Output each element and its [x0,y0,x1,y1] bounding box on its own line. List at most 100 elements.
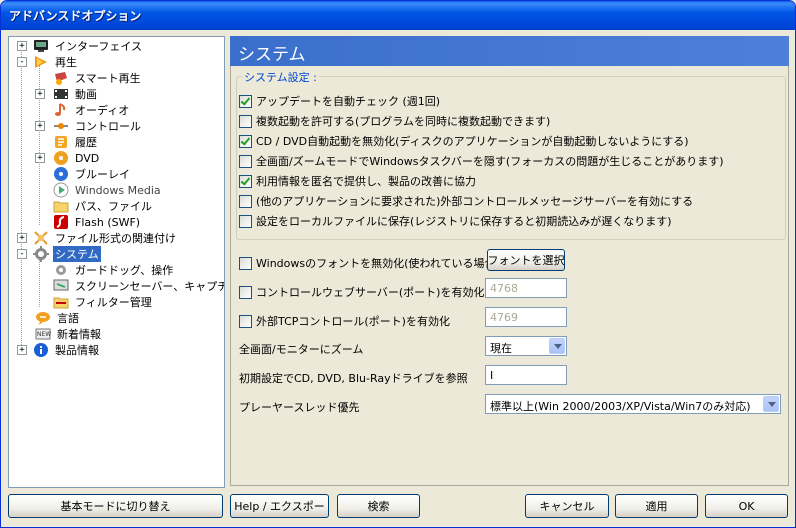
bluray-icon [53,166,69,182]
checkbox-save-local[interactable]: 設定をローカルファイルに保存(レジストリに保存すると初期読込みが遅くなります) [239,213,672,229]
panel-header: システム [230,36,789,66]
tree-item-history[interactable]: 履歴 [53,134,99,150]
expand-icon[interactable]: + [17,233,27,243]
collapse-icon[interactable]: - [17,249,27,259]
checkbox-disable-windows-font[interactable]: Windowsのフォントを無効化(使われている場合の [239,255,507,271]
history-icon [53,134,69,150]
tree-item-product-info[interactable]: + 製品情報 [17,342,101,358]
collapse-icon[interactable]: - [17,57,27,67]
cancel-button[interactable]: キャンセル [525,494,609,518]
checkbox-auto-update[interactable]: アップデートを自動チェック (週1回) [239,93,440,109]
checkbox[interactable] [239,314,252,328]
checkbox-tcp-control[interactable]: 外部TCPコントロール(ポート)を有効化 [239,313,450,329]
tree-item-bluray[interactable]: ブルーレイ [53,166,132,182]
thread-priority-label: プレーヤースレッド優先 [239,401,360,414]
info-icon [33,342,49,358]
title-bar[interactable]: アドバンスドオプション [1,1,795,30]
expand-icon[interactable]: + [35,89,45,99]
checkbox[interactable] [239,154,252,168]
tree-item-label: フィルター管理 [75,296,152,309]
checkbox-usage-stats[interactable]: 利用情報を匿名で提供し、製品の改善に協力 [239,173,476,189]
tree-item-language[interactable]: 言語 [35,310,81,326]
tree-item-label: システム [53,246,101,262]
checkbox[interactable] [239,256,252,270]
tree-item-label: ファイル形式の関連付け [55,232,176,245]
select-font-button[interactable]: フォントを選択 [487,249,565,271]
tree-item-screensaver[interactable]: スクリーンセーバー、キャプチャ [53,278,224,294]
checkbox-label: 外部TCPコントロール(ポート)を有効化 [256,315,450,328]
tree-item-label: オーディオ [75,104,130,117]
tree-item-flash[interactable]: Flash (SWF) [53,214,142,230]
expand-icon[interactable]: + [17,345,27,355]
tree-item-label: Windows Media [75,183,161,197]
zoom-value: 現在 [490,342,512,355]
tree-item-label: スマート再生 [75,72,141,85]
checkbox[interactable] [239,114,252,128]
expand-icon[interactable]: + [17,41,27,51]
checkbox-label: 全画面/ズームモードでWindowsタスクバーを隠す(フォーカスの問題が生じるこ… [256,155,724,168]
checkbox[interactable] [239,214,252,228]
thread-priority-select[interactable]: 標準以上(Win 2000/2003/XP/Vista/Win7のみ対応) [485,394,781,414]
expand-icon[interactable]: + [35,121,45,131]
web-server-port-field[interactable]: 4768 [485,278,567,298]
tree-item-smart-play[interactable]: スマート再生 [53,70,143,86]
tree-item-interface[interactable]: + インターフェイス [17,38,144,54]
checkbox-label: 設定をローカルファイルに保存(レジストリに保存すると初期読込みが遅くなります) [256,215,672,228]
tree-item-filter[interactable]: フィルター管理 [53,294,154,310]
checkbox[interactable] [239,94,252,108]
chevron-down-icon[interactable] [763,396,779,412]
tree-item-label: 製品情報 [55,344,99,357]
checkbox[interactable] [239,134,252,148]
tree-item-label: ブルーレイ [75,168,130,181]
tree-item-guarddog[interactable]: ガードドッグ、操作 [53,262,175,278]
tree-item-windows-media[interactable]: Windows Media [53,182,163,198]
panel-title: システム [238,45,306,65]
tree-item-news[interactable]: NEWS 新着情報 [35,326,103,342]
help-export-button[interactable]: Help / エクスポー [230,494,329,518]
news-icon: NEWS [35,326,55,342]
gear-small-icon [53,262,69,278]
tree-item-path-file[interactable]: パス、ファイル [53,198,154,214]
checkbox-multiple-instances[interactable]: 複数起動を許可する(プログラムを同時に複数起動できます) [239,113,550,129]
apply-button[interactable]: 適用 [615,494,698,518]
chevron-down-icon[interactable] [549,338,565,354]
checkbox[interactable] [239,174,252,188]
play-icon [33,54,49,70]
tree-item-video[interactable]: + 動画 [35,86,99,102]
search-button[interactable]: 検索 [337,494,420,518]
group-label: システム設定 : [242,69,319,85]
checkbox-web-server[interactable]: コントロールウェブサーバー(ポート)を有効化 [239,284,484,300]
monitor-icon [33,38,49,54]
tree-item-system[interactable]: - システム [17,246,101,262]
basic-mode-button[interactable]: 基本モードに切り替え [8,494,223,518]
checkbox-label: アップデートを自動チェック (週1回) [256,95,441,108]
checkbox-external-control[interactable]: (他のアプリケーションに要求された)外部コントロールメッセージサーバーを有効にす… [239,193,693,209]
tree-item-audio[interactable]: オーディオ [53,102,131,118]
tree-item-label: 新着情報 [57,328,101,341]
windows-media-icon [53,182,69,198]
settings-panel: システム設定 : アップデートを自動チェック (週1回) 複数起動を許可する(プ… [230,66,789,486]
checkbox-label: 複数起動を許可する(プログラムを同時に複数起動できます) [256,115,551,128]
checkbox[interactable] [239,194,252,208]
tree-item-label: ガードドッグ、操作 [75,264,174,277]
control-icon [53,118,69,134]
drive-field[interactable]: I [485,365,567,385]
tcp-port-field[interactable]: 4769 [485,307,567,327]
expand-icon[interactable]: + [35,153,45,163]
checkbox-hide-taskbar[interactable]: 全画面/ズームモードでWindowsタスクバーを隠す(フォーカスの問題が生じるこ… [239,153,724,169]
tree-item-playback[interactable]: - 再生 [17,54,79,70]
tree-item-control[interactable]: + コントロール [35,118,143,134]
checkbox-label: (他のアプリケーションに要求された)外部コントロールメッセージサーバーを有効にす… [256,195,694,208]
drive-label: 初期設定でCD, DVD, Blu-Rayドライブを参照 [239,372,468,385]
tree-item-file-association[interactable]: + ファイル形式の関連付け [17,230,178,246]
flash-icon [53,214,69,230]
tree-item-dvd[interactable]: + DVD [35,150,101,166]
checkbox[interactable] [239,285,252,299]
zoom-select[interactable]: 現在 [485,336,567,356]
tree-item-label: 履歴 [75,136,97,149]
options-tree[interactable]: + インターフェイス - 再生 スマート再生 + 動画 オーディオ + コントロ… [8,36,225,488]
ok-button[interactable]: OK [705,494,788,518]
checkbox-disable-autorun[interactable]: CD / DVD自動起動を無効化(ディスクのアプリケーションが自動起動しないよう… [239,133,689,149]
gear-icon [33,246,49,262]
tree-item-label: 再生 [55,56,77,69]
